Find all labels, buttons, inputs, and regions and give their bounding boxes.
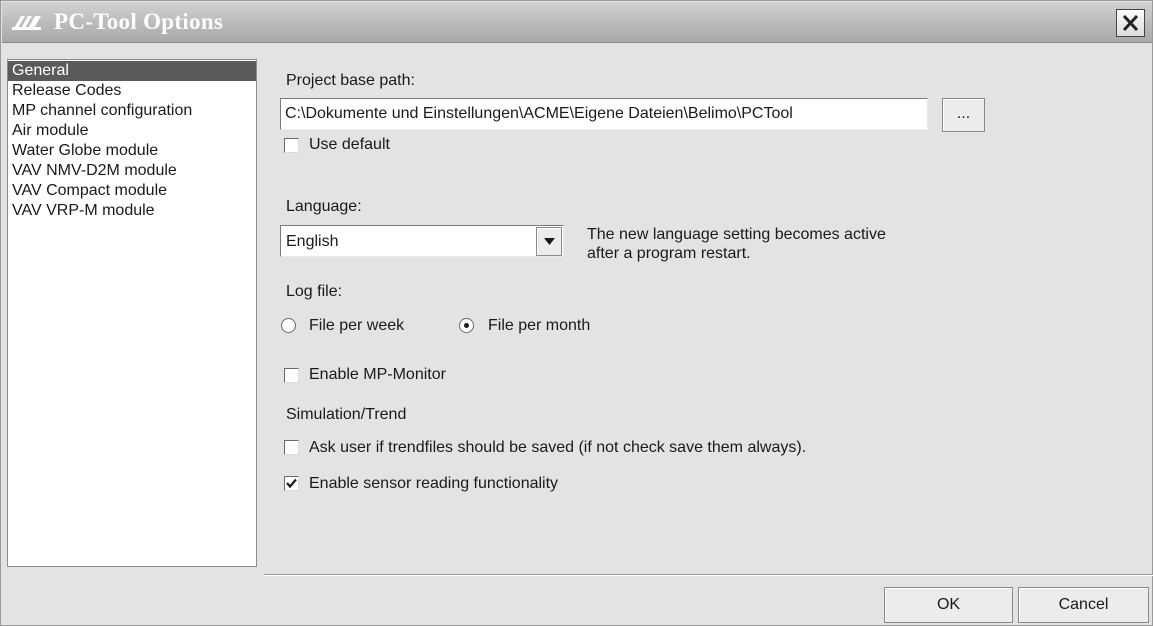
use-default-checkbox[interactable]	[284, 138, 299, 153]
nav-item-vav-nmv-d2m-module[interactable]: VAV NMV-D2M module	[8, 161, 256, 181]
file-per-month-label: File per month	[488, 317, 591, 334]
language-select[interactable]: English	[280, 225, 564, 257]
file-per-month-radio[interactable]	[459, 318, 474, 333]
language-note-line-2: after a program restart.	[587, 245, 751, 262]
chevron-down-icon	[544, 238, 555, 245]
options-dialog: PC-Tool Options General Release Codes MP…	[0, 0, 1153, 626]
nav-item-release-codes[interactable]: Release Codes	[8, 81, 256, 101]
simulation-trend-label: Simulation/Trend	[286, 406, 407, 423]
language-note-line-1: The new language setting becomes active	[587, 226, 886, 243]
log-file-label: Log file:	[286, 283, 343, 300]
nav-item-vav-compact-module[interactable]: VAV Compact module	[8, 181, 256, 201]
close-icon	[1122, 15, 1139, 31]
radio-selected-dot	[464, 323, 469, 328]
project-base-path-label: Project base path:	[286, 72, 415, 89]
nav-item-water-globe-module[interactable]: Water Globe module	[8, 141, 256, 161]
checkmark-icon	[286, 478, 297, 489]
enable-mp-monitor-label: Enable MP-Monitor	[309, 366, 446, 383]
language-label: Language:	[286, 198, 362, 215]
cancel-button[interactable]: Cancel	[1018, 587, 1149, 623]
language-select-value: English	[286, 233, 339, 250]
language-dropdown-button[interactable]	[536, 227, 562, 256]
nav-item-air-module[interactable]: Air module	[8, 121, 256, 141]
title-bar[interactable]: PC-Tool Options	[2, 2, 1152, 43]
project-base-path-input[interactable]: C:\Dokumente und Einstellungen\ACME\Eige…	[280, 98, 928, 130]
enable-mp-monitor-checkbox[interactable]	[284, 368, 299, 383]
nav-item-general[interactable]: General	[8, 61, 256, 81]
options-category-list[interactable]: General Release Codes MP channel configu…	[7, 59, 257, 567]
ok-button[interactable]: OK	[884, 587, 1013, 623]
nav-item-mp-channel-configuration[interactable]: MP channel configuration	[8, 101, 256, 121]
file-per-week-label: File per week	[309, 317, 405, 334]
footer-divider	[264, 574, 1153, 576]
close-button[interactable]	[1116, 9, 1145, 37]
browse-button[interactable]: ...	[942, 98, 985, 132]
ask-user-trendfiles-checkbox[interactable]	[284, 440, 299, 455]
belimo-logo-icon	[12, 16, 41, 30]
enable-sensor-reading-label: Enable sensor reading functionality	[309, 475, 559, 492]
ask-user-trendfiles-label: Ask user if trendfiles should be saved (…	[309, 439, 807, 456]
nav-item-vav-vrp-m-module[interactable]: VAV VRP-M module	[8, 201, 256, 221]
window-title: PC-Tool Options	[54, 9, 224, 34]
enable-sensor-reading-checkbox[interactable]	[284, 476, 299, 491]
file-per-week-radio[interactable]	[281, 318, 296, 333]
use-default-label: Use default	[309, 136, 390, 153]
